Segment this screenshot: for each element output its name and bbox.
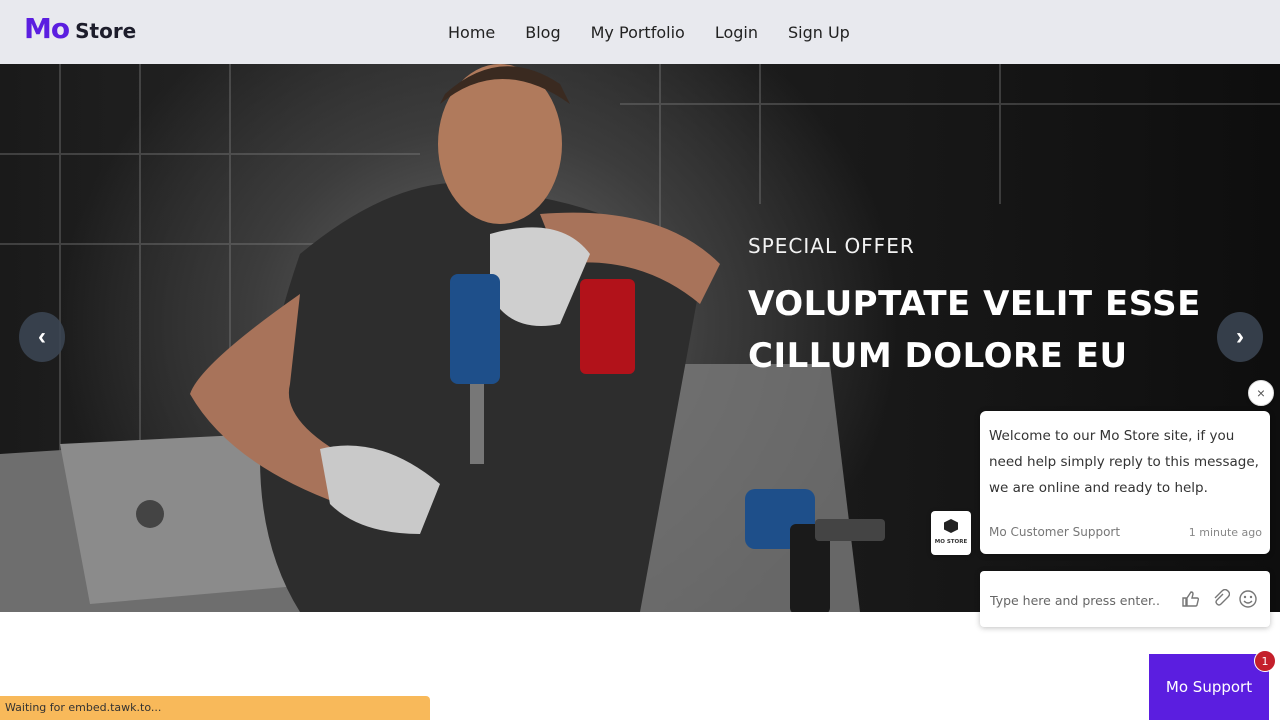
logo-mo-text: Mo <box>24 12 70 45</box>
nav-sign-up[interactable]: Sign Up <box>788 23 850 42</box>
chat-agent-name: Mo Customer Support <box>989 525 1121 539</box>
chat-input[interactable] <box>988 585 1172 615</box>
logo-store-text: Store <box>75 19 137 43</box>
nav-my-portfolio[interactable]: My Portfolio <box>591 23 685 42</box>
nav-login[interactable]: Login <box>715 23 758 42</box>
chat-message-bubble: Welcome to our Mo Store site, if you nee… <box>980 411 1270 554</box>
chat-input-box <box>980 571 1270 627</box>
unread-badge: 1 <box>1254 650 1276 672</box>
avatar-label: MO STORE <box>934 539 968 545</box>
logo[interactable]: Mo Store <box>24 12 136 52</box>
status-text: Waiting for embed.tawk.to... <box>5 701 162 714</box>
hero-eyebrow: SPECIAL OFFER <box>748 234 915 258</box>
hero-title-line-2: CILLUM DOLORE EU <box>748 336 1128 376</box>
hero-title: VOLUPTATE VELIT ESSE CILLUM DOLORE EU <box>748 278 1201 382</box>
chat-message-text: Welcome to our Mo Store site, if you nee… <box>989 428 1259 496</box>
carousel-prev-button[interactable]: ‹ <box>19 312 65 362</box>
paperclip-icon[interactable] <box>1210 589 1230 609</box>
nav-home[interactable]: Home <box>448 23 495 42</box>
smiley-icon[interactable] <box>1238 589 1258 609</box>
close-icon: × <box>1256 385 1266 401</box>
carousel-next-button[interactable]: › <box>1217 312 1263 362</box>
chevron-right-icon: › <box>1236 323 1244 350</box>
chat-close-button[interactable]: × <box>1248 380 1274 406</box>
chevron-left-icon: ‹ <box>38 323 46 350</box>
thumbs-up-icon[interactable] <box>1180 589 1200 609</box>
hero-caption: SPECIAL OFFER VOLUPTATE VELIT ESSE CILLU… <box>748 234 1201 382</box>
browser-status-bar: Waiting for embed.tawk.to... <box>0 696 430 720</box>
nav-blog[interactable]: Blog <box>525 23 560 42</box>
site-header: Mo Store Home Blog My Portfolio Login Si… <box>0 0 1280 64</box>
hero-title-line-1: VOLUPTATE VELIT ESSE <box>748 284 1201 324</box>
chat-timestamp: 1 minute ago <box>1188 526 1262 539</box>
chat-agent-avatar: MO STORE <box>931 511 971 555</box>
chat-launcher-button[interactable]: Mo Support <box>1149 654 1269 720</box>
cube-logo-icon <box>944 519 958 533</box>
main-nav: Home Blog My Portfolio Login Sign Up <box>448 0 880 64</box>
